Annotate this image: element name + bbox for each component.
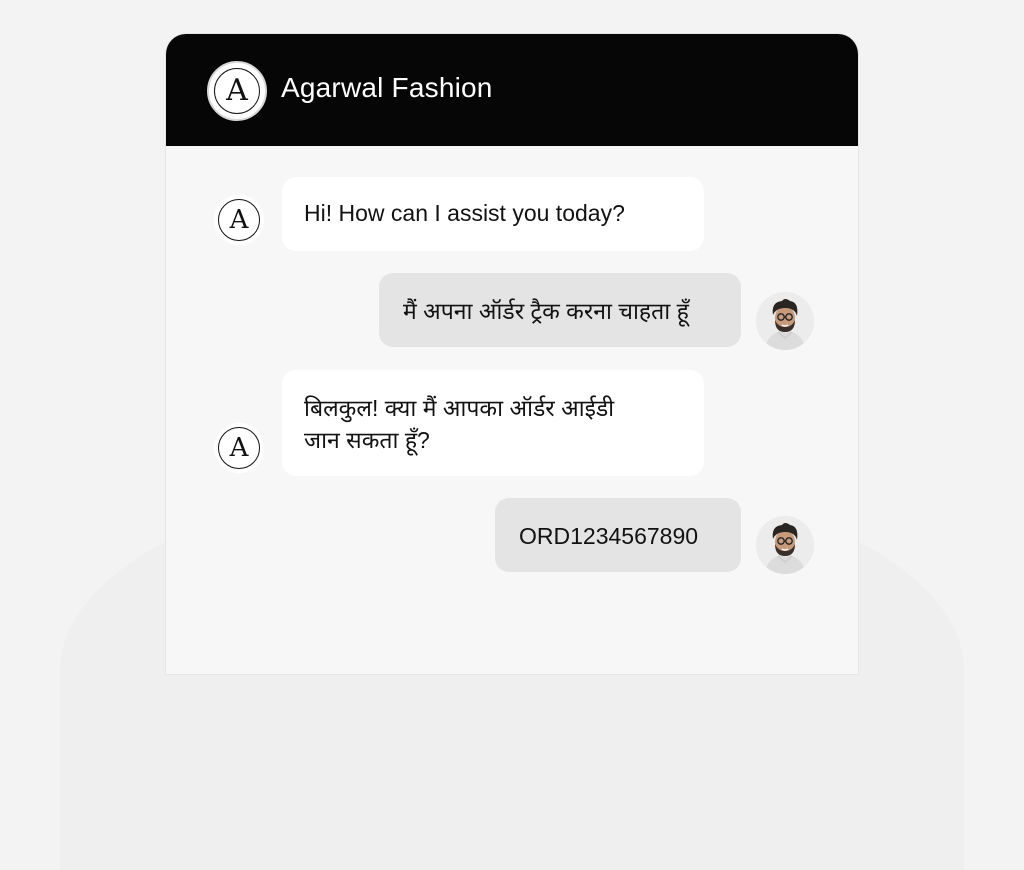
user-photo-icon	[756, 516, 814, 574]
user-avatar	[756, 292, 814, 350]
user-message-bubble: ORD1234567890	[495, 498, 741, 572]
bot-avatar-icon: A	[214, 195, 264, 245]
message-row-user: मैं अपना ऑर्डर ट्रैक करना चाहता हूँ	[166, 273, 858, 350]
user-photo-icon	[756, 292, 814, 350]
bot-message-bubble: Hi! How can I assist you today?	[282, 177, 704, 251]
message-text: मैं अपना ऑर्डर ट्रैक करना चाहता हूँ	[403, 298, 689, 324]
user-avatar	[756, 516, 814, 574]
message-row-bot: A बिलकुल! क्या मैं आपका ऑर्डर आईडी जान स…	[166, 370, 858, 478]
message-text-line: जान सकता हूँ?	[304, 427, 430, 453]
user-message-bubble: मैं अपना ऑर्डर ट्रैक करना चाहता हूँ	[379, 273, 741, 347]
message-row-user: ORD1234567890	[166, 498, 858, 574]
chat-title: Agarwal Fashion	[281, 72, 493, 103]
message-text: Hi! How can I assist you today?	[304, 200, 625, 226]
message-row-bot: A Hi! How can I assist you today?	[166, 177, 858, 253]
brand-logo-icon: A	[207, 61, 267, 121]
chat-window: A Agarwal Fashion A Hi! How can I assist…	[166, 34, 858, 674]
chat-header: A Agarwal Fashion	[166, 34, 858, 146]
bot-message-bubble: बिलकुल! क्या मैं आपका ऑर्डर आईडी जान सकत…	[282, 370, 704, 476]
message-text: ORD1234567890	[519, 523, 699, 549]
message-text-line: बिलकुल! क्या मैं आपका ऑर्डर आईडी	[304, 395, 615, 421]
bot-avatar-icon: A	[214, 423, 264, 473]
